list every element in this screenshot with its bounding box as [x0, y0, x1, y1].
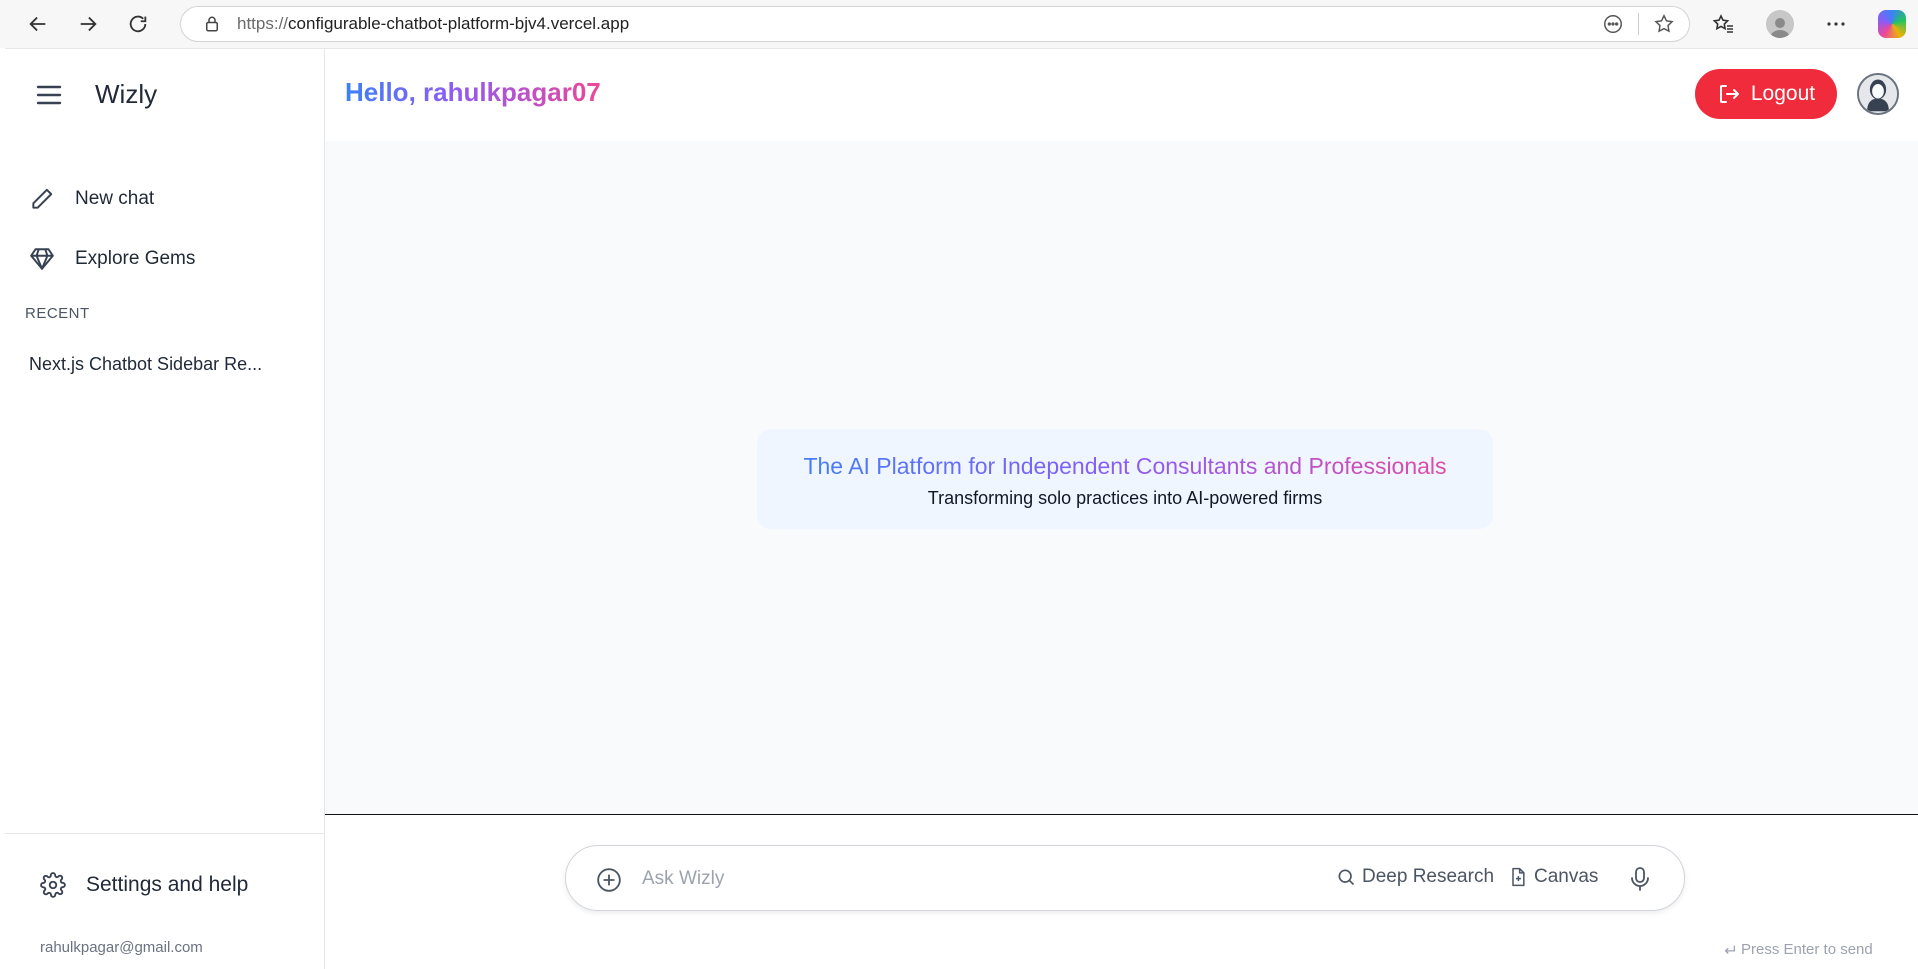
- lock-icon: [206, 16, 218, 32]
- url-host: configurable-chatbot-platform-bjv4.verce…: [288, 14, 630, 33]
- send-hint-label: Press Enter to send: [1741, 941, 1873, 958]
- copilot-icon[interactable]: [1878, 10, 1906, 38]
- logout-icon: [1719, 85, 1739, 103]
- sidebar-footer: Settings and help rahulkpagar@gmail.com: [5, 833, 325, 969]
- ask-input[interactable]: [642, 864, 1282, 894]
- sidebar-item-explore-gems[interactable]: Explore Gems: [29, 237, 301, 281]
- main-content: Hello, rahulkpagar07 Logout The AI Platf…: [325, 49, 1918, 969]
- settings-label: Settings and help: [86, 873, 249, 896]
- gem-icon: [30, 248, 54, 270]
- greeting: Hello, rahulkpagar07: [345, 77, 601, 107]
- favorites-icon[interactable]: [1712, 12, 1736, 36]
- divider: [1638, 13, 1639, 35]
- hero-card: The AI Platform for Independent Consulta…: [757, 429, 1493, 529]
- browser-profile-icon[interactable]: [1766, 10, 1794, 38]
- pencil-icon: [32, 188, 53, 209]
- canvas-label: Canvas: [1534, 866, 1599, 887]
- app-frame: Wizly New chat Explore Gems RECENT Next.…: [5, 48, 1918, 969]
- header: Hello, rahulkpagar07 Logout: [325, 49, 1918, 141]
- logout-label: Logout: [1750, 82, 1816, 105]
- user-email: rahulkpagar@gmail.com: [40, 939, 203, 956]
- document-plus-icon: [1512, 867, 1525, 887]
- composer: Deep Research Canvas: [565, 845, 1685, 911]
- composer-area: Deep Research Canvas Press Enter to send: [325, 814, 1918, 969]
- gear-icon: [40, 872, 66, 898]
- forward-icon[interactable]: [68, 4, 108, 44]
- search-icon: [1338, 869, 1355, 886]
- address-bar[interactable]: https://configurable-chatbot-platform-bj…: [180, 6, 1690, 42]
- sidebar-item-new-chat[interactable]: New chat: [29, 177, 301, 221]
- avatar[interactable]: [1857, 73, 1899, 115]
- back-icon[interactable]: [18, 4, 58, 44]
- canvas-button[interactable]: Canvas: [1508, 866, 1598, 888]
- recent-heading: RECENT: [25, 305, 90, 322]
- hero-subtitle: Transforming solo practices into AI-powe…: [927, 488, 1323, 508]
- recent-chat-item[interactable]: Next.js Chatbot Sidebar Re...: [29, 354, 289, 375]
- add-attachment-icon[interactable]: [596, 867, 622, 893]
- enter-key-icon: [1724, 945, 1736, 954]
- deep-research-button[interactable]: Deep Research: [1336, 866, 1494, 888]
- more-options-icon[interactable]: [1824, 12, 1848, 36]
- menu-icon[interactable]: [35, 83, 63, 107]
- sidebar-item-label: Explore Gems: [75, 248, 196, 269]
- settings-and-help-button[interactable]: Settings and help: [40, 872, 248, 898]
- refresh-icon[interactable]: [118, 4, 158, 44]
- send-hint: Press Enter to send: [1723, 941, 1873, 958]
- browser-toolbar: https://configurable-chatbot-platform-bj…: [0, 0, 1918, 48]
- hero-title: The AI Platform for Independent Consulta…: [757, 453, 1493, 480]
- deep-research-label: Deep Research: [1362, 866, 1495, 887]
- star-icon[interactable]: [1653, 13, 1675, 35]
- brand-name: Wizly: [95, 79, 158, 109]
- sidebar-item-label: New chat: [75, 188, 155, 209]
- reading-mode-icon[interactable]: [1602, 13, 1624, 35]
- logout-button[interactable]: Logout: [1695, 69, 1837, 119]
- url-protocol: https://: [237, 14, 289, 33]
- sidebar: Wizly New chat Explore Gems RECENT Next.…: [5, 49, 325, 969]
- microphone-icon[interactable]: [1628, 866, 1652, 892]
